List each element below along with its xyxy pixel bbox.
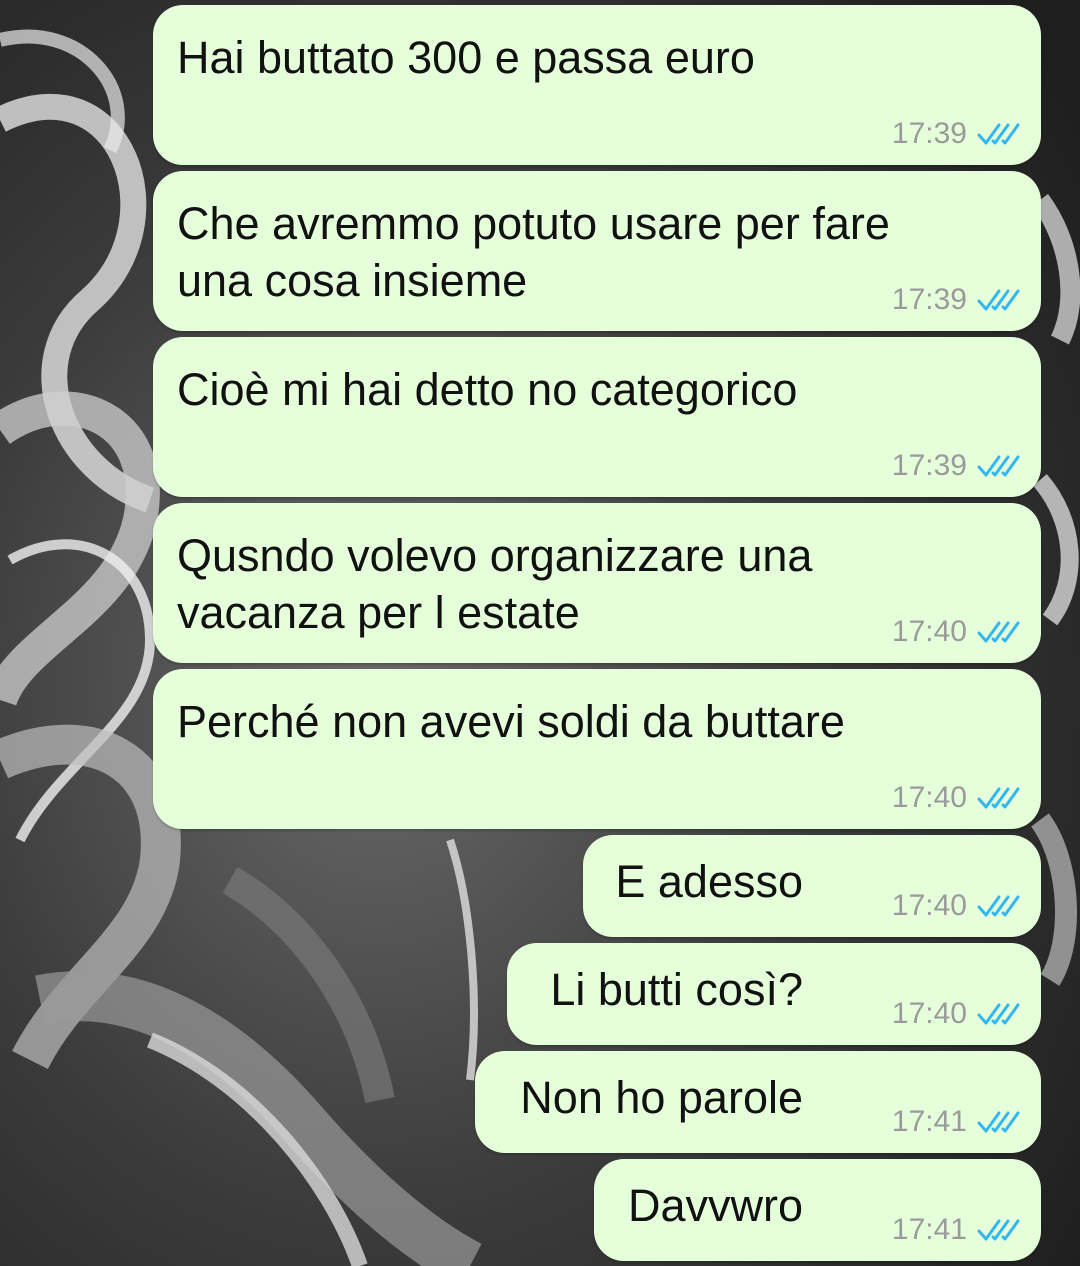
message-bubble[interactable]: Cioè mi hai detto no categorico 17:39 [153,337,1041,497]
message-time: 17:40 [891,781,967,814]
message-bubble[interactable]: E adesso 17:40 [583,835,1041,937]
message-meta: 17:40 [892,997,1021,1031]
message-bubble[interactable]: Non ho parole 17:41 [475,1051,1041,1153]
double-check-read-icon [977,123,1020,145]
message-bubble[interactable]: Che avremmo potuto usare per fare una co… [153,171,1041,331]
message-text: Davvwro [627,1180,803,1231]
message-meta: 17:40 [892,615,1021,649]
message-time: 17:39 [891,283,967,316]
double-check-read-icon [977,455,1020,477]
message-meta: 17:41 [892,1105,1021,1139]
message-time: 17:41 [891,1105,967,1138]
message-meta: 17:41 [892,1213,1021,1247]
message-meta: 17:39 [892,449,1021,483]
message-bubble[interactable]: Davvwro 17:41 [594,1159,1041,1261]
message-text: Li butti così? [550,964,803,1015]
message-time: 17:40 [891,615,967,648]
message-text: Hai buttato 300 e passa euro [177,32,755,83]
message-time: 17:40 [891,889,967,922]
double-check-read-icon [977,895,1020,917]
message-meta: 17:40 [892,781,1021,815]
double-check-read-icon [977,1003,1020,1025]
double-check-read-icon [977,1219,1020,1241]
message-text: Non ho parole [520,1072,803,1123]
double-check-read-icon [977,787,1020,809]
message-time: 17:41 [891,1213,967,1246]
message-list: Hai buttato 300 e passa euro 17:39 Che a… [0,0,1080,1266]
double-check-read-icon [977,621,1020,643]
message-text: Cioè mi hai detto no categorico [177,364,798,415]
message-meta: 17:40 [892,889,1021,923]
message-bubble[interactable]: Perché non avevi soldi da buttare 17:40 [153,669,1041,829]
message-text: E adesso [615,856,803,907]
message-time: 17:40 [891,997,967,1030]
double-check-read-icon [977,1111,1020,1133]
message-meta: 17:39 [892,283,1021,317]
message-text: Che avremmo potuto usare per fare una co… [177,198,890,306]
message-bubble[interactable]: Qusndo volevo organizzare una vacanza pe… [153,503,1041,663]
message-time: 17:39 [891,449,967,482]
message-bubble[interactable]: Hai buttato 300 e passa euro 17:39 [153,5,1041,165]
message-time: 17:39 [891,117,967,150]
message-bubble[interactable]: Li butti così? 17:40 [507,943,1041,1045]
message-text: Qusndo volevo organizzare una vacanza pe… [177,530,813,638]
message-meta: 17:39 [892,117,1021,151]
double-check-read-icon [977,289,1020,311]
message-text: Perché non avevi soldi da buttare [177,696,845,747]
